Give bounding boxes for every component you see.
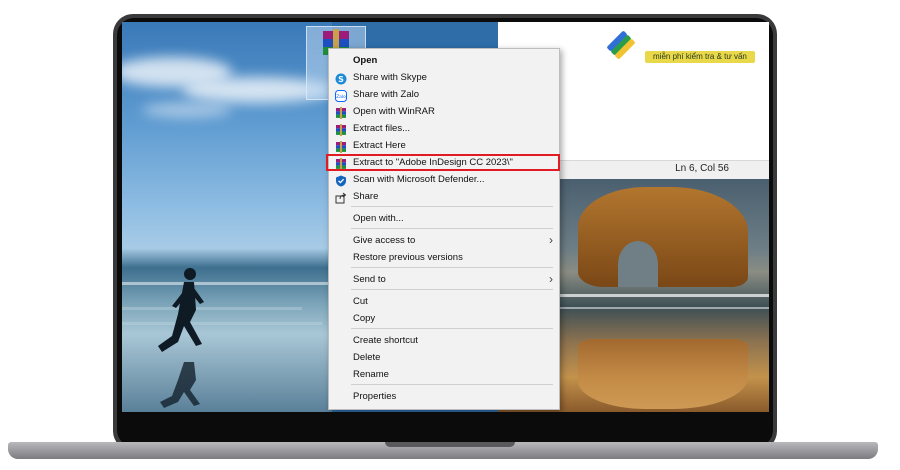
menu-item-create-shortcut[interactable]: Create shortcut (329, 333, 559, 350)
menu-item-share-with-zalo[interactable]: Zalo Share with Zalo (329, 87, 559, 104)
menu-item-label: Copy (353, 313, 376, 324)
menu-item-label: Give access to (353, 235, 416, 246)
menu-separator (351, 206, 553, 207)
menu-item-give-access-to[interactable]: Give access to › (329, 233, 559, 250)
menu-item-label: Share (353, 191, 379, 202)
menu-separator (351, 384, 553, 385)
winrar-icon (335, 123, 347, 136)
winrar-icon (335, 140, 347, 153)
menu-separator (351, 228, 553, 229)
chevron-right-icon: › (549, 233, 553, 247)
menu-item-label: Rename (353, 369, 389, 380)
menu-item-properties[interactable]: Properties (329, 389, 559, 406)
menu-item-label: Restore previous versions (353, 252, 463, 263)
menu-item-delete[interactable]: Delete (329, 350, 559, 367)
menu-item-extract-here[interactable]: Extract Here (329, 138, 559, 155)
menu-item-extract-to-adobe-indesign-cc-2023[interactable]: Extract to "Adobe InDesign CC 2023\" (326, 154, 560, 172)
menu-item-label: Share with Skype (353, 72, 427, 83)
menu-item-extract-files[interactable]: Extract files... (329, 121, 559, 138)
wallpaper-left-photo (122, 22, 332, 412)
menu-item-label: Create shortcut (353, 335, 418, 346)
menu-item-open-with-winrar[interactable]: Open with WinRAR (329, 104, 559, 121)
brand-logo (607, 31, 635, 59)
laptop-notch (385, 442, 515, 447)
defender-icon (335, 174, 347, 187)
menu-item-restore-previous-versions[interactable]: Restore previous versions (329, 250, 559, 267)
svg-text:S: S (338, 75, 344, 84)
menu-item-label: Open with... (353, 213, 404, 224)
context-menu: Open S Share with Skype Zalo Share with Zalo… (326, 48, 560, 410)
menu-item-cut[interactable]: Cut (329, 294, 559, 311)
menu-item-label: Open with WinRAR (353, 106, 435, 117)
menu-item-send-to[interactable]: Send to › (329, 272, 559, 289)
menu-separator (351, 289, 553, 290)
zalo-icon: Zalo (335, 89, 347, 102)
menu-item-open-with[interactable]: Open with... (329, 211, 559, 228)
menu-item-label: Share with Zalo (353, 89, 420, 100)
menu-item-open[interactable]: Open (329, 53, 559, 70)
menu-separator (351, 267, 553, 268)
menu-item-share[interactable]: Share (329, 189, 559, 206)
menu-item-label: Extract Here (353, 140, 406, 151)
menu-item-label: Scan with Microsoft Defender... (353, 174, 485, 185)
menu-item-label: Properties (353, 391, 397, 402)
svg-text:Zalo: Zalo (336, 94, 346, 100)
runner-silhouette (158, 268, 204, 408)
menu-item-copy[interactable]: Copy (329, 311, 559, 328)
menu-item-rename[interactable]: Rename (329, 367, 559, 384)
menu-item-label: Cut (353, 296, 368, 307)
desktop-screen: Ln 6, Col 56 miễn phí kiểm tra & tư vấn … (122, 22, 769, 412)
cursor-position: Ln 6, Col 56 (675, 163, 729, 174)
menu-item-label: Send to (353, 274, 386, 285)
winrar-icon (335, 106, 347, 119)
menu-item-label: Delete (353, 352, 381, 363)
menu-item-share-with-skype[interactable]: S Share with Skype (329, 70, 559, 87)
menu-separator (351, 328, 553, 329)
menu-item-label: Extract files... (353, 123, 411, 134)
highlight-box (326, 154, 560, 171)
chevron-right-icon: › (549, 272, 553, 286)
brand-tagline: miễn phí kiểm tra & tư vấn (645, 51, 755, 63)
skype-icon: S (335, 72, 347, 85)
share-icon (335, 191, 347, 204)
menu-item-scan-with-microsoft-defender[interactable]: Scan with Microsoft Defender... (329, 172, 559, 189)
menu-item-label: Open (353, 55, 378, 66)
